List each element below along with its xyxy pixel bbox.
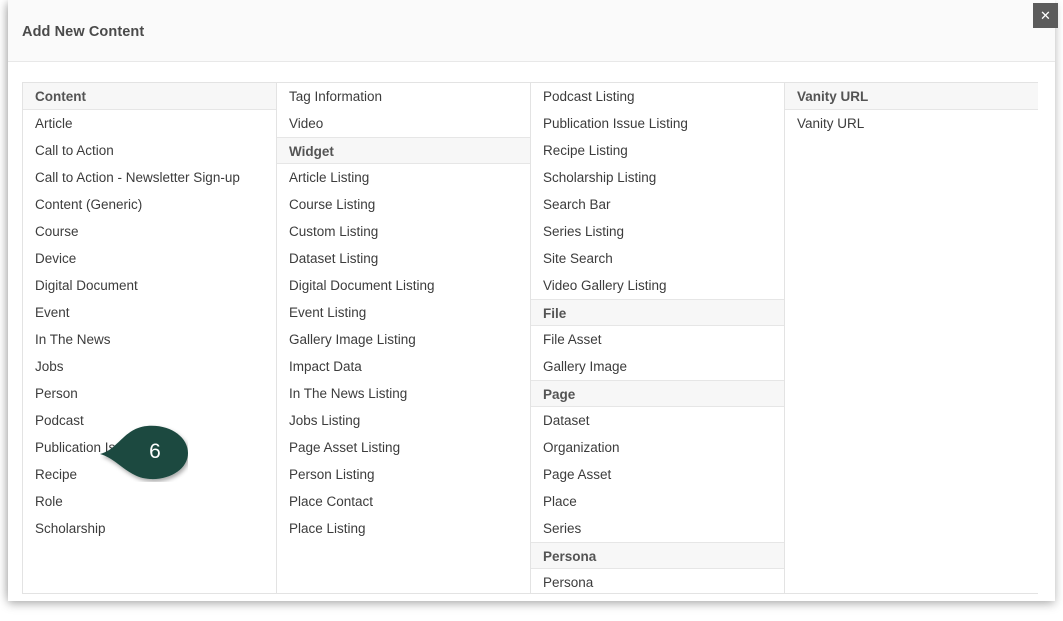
group-header: Persona xyxy=(531,542,784,569)
page-title: Add New Content xyxy=(22,24,144,40)
content-type-item[interactable]: In The News xyxy=(23,326,276,353)
content-type-item[interactable]: Call to Action xyxy=(23,137,276,164)
content-type-item[interactable]: Tag Information xyxy=(277,83,530,110)
content-type-item[interactable]: Scholarship Listing xyxy=(531,164,784,191)
group-header: File xyxy=(531,299,784,326)
content-type-item[interactable]: Custom Listing xyxy=(277,218,530,245)
column-2: Tag InformationVideoWidgetArticle Listin… xyxy=(277,83,531,593)
content-type-item[interactable]: Device xyxy=(23,245,276,272)
close-icon[interactable]: ✕ xyxy=(1033,3,1058,28)
content-type-item[interactable]: Content (Generic) xyxy=(23,191,276,218)
modal-header: Add New Content ✕ xyxy=(8,0,1055,62)
content-type-item[interactable]: Jobs xyxy=(23,353,276,380)
content-type-columns: ContentArticleCall to ActionCall to Acti… xyxy=(22,82,1038,594)
modal-body: ContentArticleCall to ActionCall to Acti… xyxy=(8,62,1055,601)
content-type-item[interactable]: Course Listing xyxy=(277,191,530,218)
content-type-item[interactable]: Dataset Listing xyxy=(277,245,530,272)
content-type-item[interactable]: Video xyxy=(277,110,530,137)
group-header: Content xyxy=(23,83,276,110)
content-type-item[interactable]: Publication Issue xyxy=(23,434,276,461)
group-header: Vanity URL xyxy=(785,83,1038,110)
group-header: Widget xyxy=(277,137,530,164)
content-type-item[interactable]: Podcast xyxy=(23,407,276,434)
content-type-item[interactable]: Digital Document Listing xyxy=(277,272,530,299)
content-type-item[interactable]: Persona xyxy=(531,569,784,593)
content-type-item[interactable]: File Asset xyxy=(531,326,784,353)
content-type-item[interactable]: Person Listing xyxy=(277,461,530,488)
content-type-item[interactable]: Place xyxy=(531,488,784,515)
content-type-item[interactable]: Place Contact xyxy=(277,488,530,515)
add-new-content-modal: Add New Content ✕ ContentArticleCall to … xyxy=(8,0,1055,601)
content-type-item[interactable]: Recipe Listing xyxy=(531,137,784,164)
content-type-item[interactable]: Organization xyxy=(531,434,784,461)
content-type-item[interactable]: Person xyxy=(23,380,276,407)
content-type-item[interactable]: Publication Issue Listing xyxy=(531,110,784,137)
content-type-item[interactable]: Place Listing xyxy=(277,515,530,542)
content-type-item[interactable]: Event Listing xyxy=(277,299,530,326)
content-type-item[interactable]: Search Bar xyxy=(531,191,784,218)
content-type-item[interactable]: Course xyxy=(23,218,276,245)
content-type-item[interactable]: Call to Action - Newsletter Sign-up xyxy=(23,164,276,191)
content-type-item[interactable]: Dataset xyxy=(531,407,784,434)
content-type-item[interactable]: Jobs Listing xyxy=(277,407,530,434)
content-type-item[interactable]: Event xyxy=(23,299,276,326)
content-type-item[interactable]: Article xyxy=(23,110,276,137)
column-3: Podcast ListingPublication Issue Listing… xyxy=(531,83,785,593)
content-type-item[interactable]: Digital Document xyxy=(23,272,276,299)
content-type-item[interactable]: Article Listing xyxy=(277,164,530,191)
content-type-item[interactable]: Role xyxy=(23,488,276,515)
content-type-item[interactable]: Scholarship xyxy=(23,515,276,542)
content-type-item[interactable]: Gallery Image xyxy=(531,353,784,380)
content-type-item[interactable]: Page Asset xyxy=(531,461,784,488)
content-type-item[interactable]: Site Search xyxy=(531,245,784,272)
content-type-item[interactable]: Page Asset Listing xyxy=(277,434,530,461)
content-type-item[interactable]: Series Listing xyxy=(531,218,784,245)
content-type-item[interactable]: Impact Data xyxy=(277,353,530,380)
content-type-item[interactable]: Series xyxy=(531,515,784,542)
content-type-item[interactable]: Recipe xyxy=(23,461,276,488)
group-header: Page xyxy=(531,380,784,407)
content-type-item[interactable]: Vanity URL xyxy=(785,110,1038,137)
column-4: Vanity URLVanity URL xyxy=(785,83,1038,593)
content-type-item[interactable]: Podcast Listing xyxy=(531,83,784,110)
column-1: ContentArticleCall to ActionCall to Acti… xyxy=(23,83,277,593)
content-type-item[interactable]: Video Gallery Listing xyxy=(531,272,784,299)
content-type-item[interactable]: Gallery Image Listing xyxy=(277,326,530,353)
content-type-item[interactable]: In The News Listing xyxy=(277,380,530,407)
